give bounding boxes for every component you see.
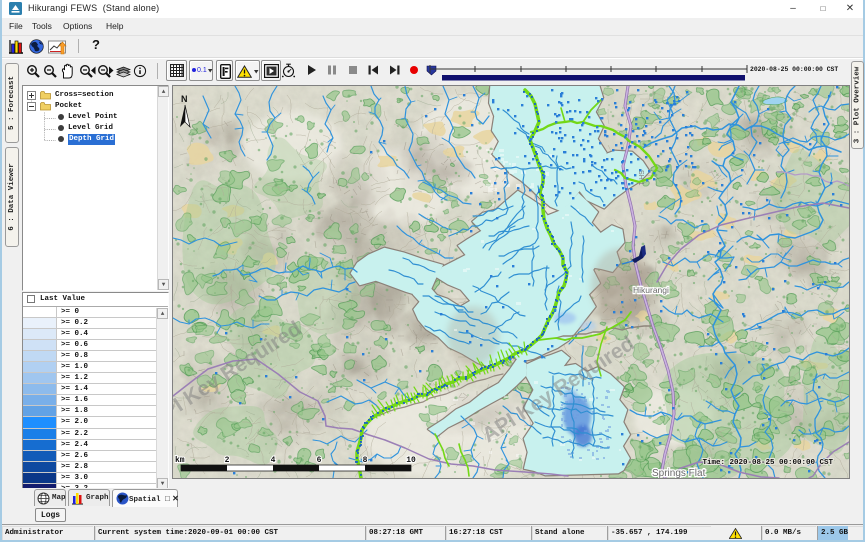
svg-text:Hikurangi: Hikurangi (633, 285, 669, 295)
svg-text:10: 10 (406, 456, 416, 465)
svg-text:Time: 2020-08-25 00:00:00 CST: Time: 2020-08-25 00:00:00 CST (702, 459, 833, 467)
svg-text:4: 4 (271, 456, 276, 465)
svg-text:km: km (175, 456, 185, 465)
svg-text:2: 2 (225, 456, 230, 465)
svg-text:8: 8 (363, 456, 368, 465)
svg-text:SH 1: SH 1 (637, 170, 644, 186)
svg-text:Springs Flat: Springs Flat (652, 468, 706, 478)
svg-text:N: N (181, 94, 188, 104)
svg-text:6: 6 (317, 456, 322, 465)
